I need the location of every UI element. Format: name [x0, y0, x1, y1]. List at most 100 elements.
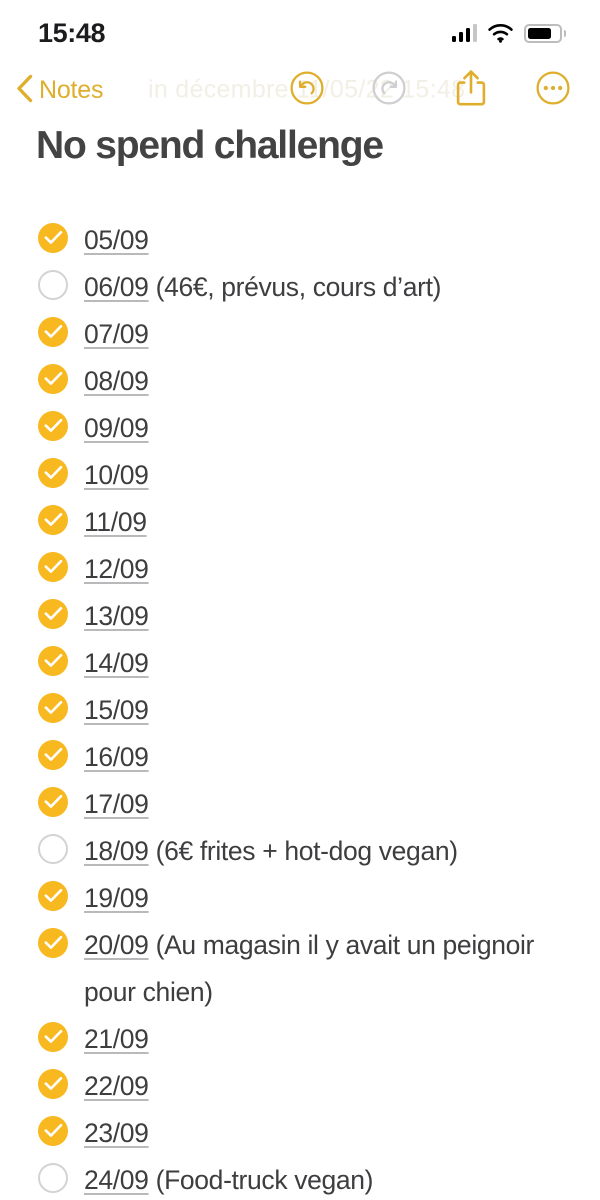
checklist-item[interactable]: 08/09 — [0, 358, 600, 405]
date-link[interactable]: 12/09 — [84, 554, 149, 584]
checklist-item[interactable]: 12/09 — [0, 546, 600, 593]
checkbox-checked-icon[interactable] — [38, 457, 68, 488]
more-button[interactable] — [534, 70, 572, 111]
date-link[interactable]: 23/09 — [84, 1118, 149, 1148]
checklist-item-text: 21/09 — [84, 1016, 149, 1063]
status-bar: 15:48 — [0, 0, 600, 62]
checklist-item-text: 10/09 — [84, 452, 149, 499]
checklist-item-text: 05/09 — [84, 217, 149, 264]
checklist-item-text: 12/09 — [84, 546, 149, 593]
cellular-signal-icon — [451, 24, 477, 42]
checklist-item-text: 16/09 — [84, 734, 149, 781]
date-link[interactable]: 22/09 — [84, 1071, 149, 1101]
checklist-item[interactable]: 23/09 — [0, 1110, 600, 1157]
date-link[interactable]: 17/09 — [84, 789, 149, 819]
checklist-item-text: 22/09 — [84, 1063, 149, 1110]
checkbox-checked-icon[interactable] — [38, 316, 68, 347]
checkbox-unchecked-icon[interactable] — [38, 1162, 68, 1193]
checkbox-checked-icon[interactable] — [38, 786, 68, 817]
checklist-item[interactable]: 11/09 — [0, 499, 600, 546]
checklist-item-text: 09/09 — [84, 405, 149, 452]
checklist-item[interactable]: 07/09 — [0, 311, 600, 358]
undo-circle-icon — [289, 70, 325, 111]
checkbox-checked-icon[interactable] — [38, 927, 68, 958]
date-link[interactable]: 14/09 — [84, 648, 149, 678]
date-link[interactable]: 10/09 — [84, 460, 149, 490]
checklist-item-text: 23/09 — [84, 1110, 149, 1157]
checkbox-unchecked-icon[interactable] — [38, 269, 68, 300]
wifi-icon — [488, 23, 513, 43]
share-button[interactable] — [452, 69, 490, 112]
checklist-item-text: 17/09 — [84, 781, 149, 828]
checklist-item[interactable]: 17/09 — [0, 781, 600, 828]
checklist-item-text: 13/09 — [84, 593, 149, 640]
date-link[interactable]: 06/09 — [84, 272, 149, 302]
date-link[interactable]: 18/09 — [84, 836, 149, 866]
date-link[interactable]: 16/09 — [84, 742, 149, 772]
note-checklist: 05/09 06/09 (46€, prévus, cours d’art) 07/… — [0, 169, 600, 1200]
checklist-item-text: 11/09 — [84, 499, 147, 546]
checklist-item-text: 07/09 — [84, 311, 149, 358]
checkbox-checked-icon[interactable] — [38, 1115, 68, 1146]
checklist-item[interactable]: 15/09 — [0, 687, 600, 734]
checklist-item[interactable]: 18/09 (6€ frites + hot-dog vegan) — [0, 828, 600, 875]
date-link[interactable]: 20/09 — [84, 930, 149, 960]
note-title: No spend challenge — [36, 124, 384, 167]
checklist-item[interactable]: 14/09 — [0, 640, 600, 687]
checklist-item-text: 15/09 — [84, 687, 149, 734]
date-link[interactable]: 15/09 — [84, 695, 149, 725]
checklist-item[interactable]: 19/09 — [0, 875, 600, 922]
checkbox-checked-icon[interactable] — [38, 739, 68, 770]
checklist-item[interactable]: 06/09 (46€, prévus, cours d’art) — [0, 264, 600, 311]
toolbar-actions — [288, 69, 572, 112]
checklist-item-text: 18/09 (6€ frites + hot-dog vegan) — [84, 828, 458, 875]
status-bar-clock: 15:48 — [38, 17, 106, 48]
checklist-item[interactable]: 20/09 (Au magasin il y avait un peignoir… — [0, 922, 600, 1016]
checklist-item-text: 19/09 — [84, 875, 149, 922]
chevron-left-icon — [16, 74, 33, 108]
checklist-item[interactable]: 22/09 — [0, 1063, 600, 1110]
checklist-item[interactable]: 16/09 — [0, 734, 600, 781]
status-bar-indicators — [451, 20, 566, 43]
checkbox-checked-icon[interactable] — [38, 222, 68, 253]
checkbox-checked-icon[interactable] — [38, 410, 68, 441]
checklist-item-text: 06/09 (46€, prévus, cours d’art) — [84, 264, 441, 311]
checklist-item[interactable]: 10/09 — [0, 452, 600, 499]
date-link[interactable]: 08/09 — [84, 366, 149, 396]
checklist-item[interactable]: 09/09 — [0, 405, 600, 452]
checklist-item[interactable]: 24/09 (Food-truck vegan) — [0, 1157, 600, 1200]
checklist-item[interactable]: 05/09 — [0, 217, 600, 264]
checklist-item[interactable]: 21/09 — [0, 1016, 600, 1063]
battery-icon — [524, 23, 566, 43]
checkbox-checked-icon[interactable] — [38, 1021, 68, 1052]
checklist-item-note: (6€ frites + hot-dog vegan) — [148, 835, 458, 866]
share-up-icon — [455, 69, 487, 112]
checklist-item[interactable]: 13/09 — [0, 593, 600, 640]
checklist-item-note: (Au magasin il y avait un peignoir pour … — [84, 929, 535, 1007]
checkbox-checked-icon[interactable] — [38, 598, 68, 629]
checkbox-checked-icon[interactable] — [38, 551, 68, 582]
date-link[interactable]: 11/09 — [84, 507, 147, 537]
undo-button[interactable] — [288, 70, 326, 111]
checkbox-checked-icon[interactable] — [38, 363, 68, 394]
date-link[interactable]: 05/09 — [84, 225, 149, 255]
date-link[interactable]: 09/09 — [84, 413, 149, 443]
date-link[interactable]: 19/09 — [84, 883, 149, 913]
checkbox-checked-icon[interactable] — [38, 880, 68, 911]
date-link[interactable]: 21/09 — [84, 1024, 149, 1054]
back-to-notes-button[interactable]: Notes — [16, 73, 104, 108]
checklist-item-text: 20/09 (Au magasin il y avait un peignoir… — [84, 922, 570, 1016]
checkbox-checked-icon[interactable] — [38, 645, 68, 676]
checkbox-unchecked-icon[interactable] — [38, 833, 68, 864]
ellipsis-circle-icon — [535, 70, 571, 111]
checkbox-checked-icon[interactable] — [38, 1068, 68, 1099]
date-link[interactable]: 24/09 — [84, 1165, 149, 1195]
checklist-item-note: (46€, prévus, cours d’art) — [148, 271, 442, 302]
redo-circle-icon — [371, 70, 407, 111]
date-link[interactable]: 07/09 — [84, 319, 149, 349]
date-link[interactable]: 13/09 — [84, 601, 149, 631]
checkbox-checked-icon[interactable] — [38, 504, 68, 535]
notes-app-screen: 15:48 in décembre 11/05/22 15:48 Notes N… — [0, 0, 600, 1200]
checkbox-checked-icon[interactable] — [38, 692, 68, 723]
checklist-item-text: 24/09 (Food-truck vegan) — [84, 1157, 374, 1200]
